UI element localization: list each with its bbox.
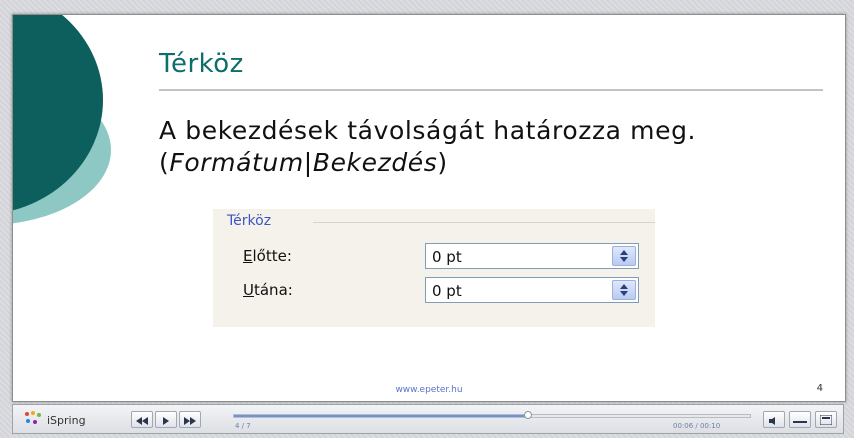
time-display: 00:06 / 00:10 xyxy=(673,422,721,430)
menu-name-format: Formátum xyxy=(169,148,304,177)
body-close: ) xyxy=(437,148,448,177)
spinner-arrows-icon[interactable] xyxy=(612,246,636,266)
after-value[interactable]: 0 pt xyxy=(432,282,462,300)
before-spinner[interactable]: 0 pt xyxy=(425,243,639,269)
spacing-dialog: Térköz Előtte: 0 pt Utána: 0 pt xyxy=(213,209,655,327)
seek-bar-thumb[interactable] xyxy=(524,411,533,419)
volume-button[interactable] xyxy=(763,411,785,428)
fast-forward-icon xyxy=(184,410,196,429)
slide-title: Térköz xyxy=(159,49,244,79)
previous-button[interactable] xyxy=(131,411,153,428)
next-button[interactable] xyxy=(179,411,201,428)
menu-separator: | xyxy=(303,148,313,177)
seek-bar[interactable] xyxy=(233,411,751,419)
slide-counter: 4 / 7 xyxy=(235,422,251,430)
slide: Térköz A bekezdések távolságát határozza… xyxy=(12,14,846,402)
before-label: Előtte: xyxy=(243,247,292,265)
slide-body: A bekezdések távolságát határozza meg. (… xyxy=(159,115,799,179)
menu-button[interactable] xyxy=(815,411,837,428)
footer-url: www.epeter.hu xyxy=(395,385,463,395)
before-label-text: lőtte: xyxy=(252,247,292,265)
ispring-logo-icon xyxy=(23,410,43,430)
menu-icon xyxy=(819,410,833,429)
after-label: Utána: xyxy=(243,281,293,299)
seek-bar-progress xyxy=(234,415,529,417)
ispring-logo: iSpring xyxy=(23,411,86,429)
player-bar: iSpring 4 / 7 00:06 / 00:10 xyxy=(12,404,844,434)
group-label: Térköz xyxy=(227,213,278,229)
volume-icon xyxy=(769,410,779,429)
play-icon xyxy=(162,410,170,429)
ispring-logo-text: iSpring xyxy=(47,413,86,427)
title-divider xyxy=(159,89,823,91)
play-button[interactable] xyxy=(155,411,177,428)
outline-button[interactable] xyxy=(789,411,811,428)
outline-icon xyxy=(793,410,807,429)
menu-name-paragraph: Bekezdés xyxy=(312,148,438,177)
before-value[interactable]: 0 pt xyxy=(432,248,462,266)
spinner-arrows-icon[interactable] xyxy=(612,280,636,300)
rewind-icon xyxy=(136,410,148,429)
after-spinner[interactable]: 0 pt xyxy=(425,277,639,303)
group-divider xyxy=(313,222,655,223)
page-number: 4 xyxy=(816,383,823,394)
after-label-accesskey: U xyxy=(243,281,254,299)
after-label-text: tána: xyxy=(253,281,293,299)
